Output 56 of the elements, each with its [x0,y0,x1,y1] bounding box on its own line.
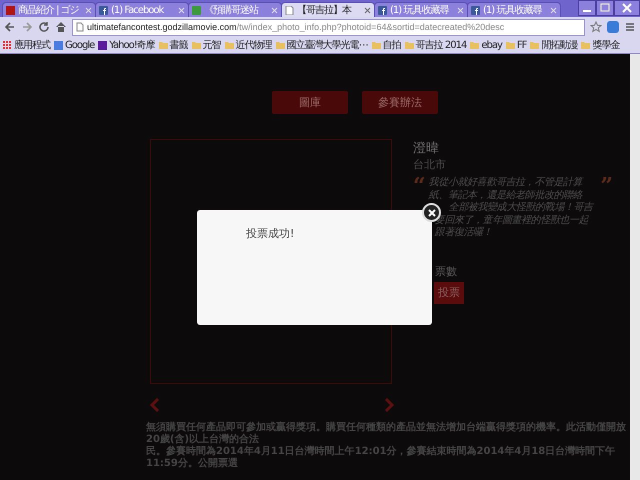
dialog-message: 投票成功! [246,226,294,240]
folder-icon [224,40,234,50]
entrant-city: 台北市 [413,157,447,172]
folder-icon [581,40,590,50]
folder-icon [404,40,414,50]
reload-icon[interactable] [38,21,50,33]
facebook-icon [99,6,108,14]
bookmark-link[interactable]: 閒拓動漫 [541,38,578,52]
quote-mark: “ [413,177,426,201]
disclaimer-text: 無須購買任何產品即可參加或贏得獎項。購買任何種類的產品並無法增加台端贏得獎項的機率。此活動僅開放20歲(含)以上台灣的合法 [146,422,626,445]
entrant-name: 澄暐 [413,140,440,157]
quote-text: 我從小就好喜歡哥吉拉，不管是計算 [428,177,582,190]
bookmark-link[interactable]: 近代物理 [236,38,272,52]
address-field[interactable]: ultimatefancontest.godzillamovie.com/tw/index_photo_info.php?photoid=64&sortid=datecreated%20desc [72,18,585,36]
disclaimer-text: 民。參賽時間為2014年4月11日台灣時間上午12:01分，參賽結束時間為2014年4月18日台灣時間下午11:59分。公開票選 [146,446,616,470]
folder-icon [158,40,168,50]
folder-icon [372,40,381,50]
folder-icon [530,40,540,50]
bookmark-link[interactable]: Google [65,40,94,50]
facebook-icon [378,6,387,14]
home-icon[interactable] [55,21,67,33]
quote-text: 全部被我變成大怪獸的戰場！哥吉 [448,202,593,214]
bookmark-link[interactable]: ebay [481,40,502,50]
logo-icon [6,6,15,14]
page-icon [285,6,294,14]
close-icon[interactable] [614,0,640,16]
bookmark-link[interactable]: 國立臺灣大學光電⋯ [286,38,368,52]
forward-icon[interactable] [21,21,33,33]
folder-icon [192,40,201,50]
site-icon [192,6,201,14]
minimize-icon[interactable] [578,0,596,16]
scrollbar[interactable] [630,54,640,480]
star-icon[interactable] [590,21,602,33]
folder-icon [276,40,285,50]
bookmark-link[interactable]: FF [516,40,526,50]
bookmark-link[interactable]: 哥吉拉 2014 [416,38,466,52]
bookmark-link[interactable]: 書籤 [170,38,188,52]
browser-tab[interactable]: 【哥吉拉】本 [281,2,375,17]
maximize-icon[interactable] [596,0,614,16]
menu-icon[interactable] [624,21,636,33]
folder-icon [470,40,480,50]
back-icon[interactable] [4,21,16,33]
folder-icon [506,40,515,50]
facebook-icon [471,6,480,14]
bookmark-link[interactable]: 獎學金 [592,38,620,52]
bookmark-link[interactable]: 元智 [202,38,221,52]
votes-label: 票數 [435,264,458,278]
nav-button[interactable]: 參賽辦法 [362,91,438,114]
apps-icon [3,40,12,50]
bookmark-link[interactable]: Yahoo!奇摩 [109,38,155,52]
quote-mark: ” [600,177,613,201]
bookmark-link[interactable]: 自拍 [382,38,401,52]
quote-text: 紙、筆記本，還是給老師批改的聯絡 [428,190,582,202]
quote-text: 跟著復活囉！ [434,227,492,240]
bookmark-link[interactable]: 應用程式 [14,38,50,52]
page-icon [76,22,84,32]
